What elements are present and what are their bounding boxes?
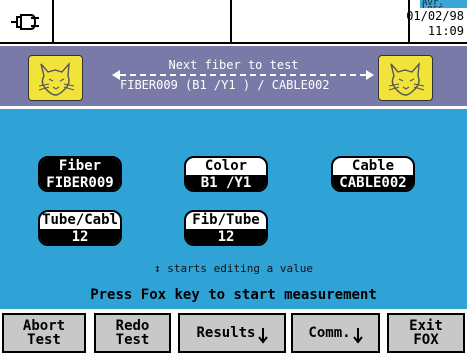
submenu-arrow-icon [352, 328, 363, 344]
avr-loss-tab: Avr. Loss [420, 0, 467, 8]
fib-tube-value: 12 [186, 229, 266, 244]
tube-cable-value: 12 [40, 229, 120, 244]
fox-icon [378, 55, 433, 101]
cable-field[interactable]: Cable CABLE002 [331, 156, 415, 192]
abort-test-button[interactable]: Abort Test [2, 313, 86, 353]
date-text: 01/02/98 [406, 9, 464, 23]
fib-tube-label: Fib/Tube [192, 212, 260, 228]
color-field[interactable]: Color B1 /Y1 [184, 156, 268, 192]
next-fiber-banner: Next fiber to test FIBER009 (B1 /Y1 ) / … [0, 46, 467, 106]
results-label: Results [196, 325, 256, 341]
comm-label: Comm. [308, 325, 351, 341]
fiber-field[interactable]: Fiber FIBER009 [38, 156, 122, 192]
exit-fox-button[interactable]: Exit FOX [387, 313, 465, 353]
cable-value: CABLE002 [333, 175, 413, 190]
exit-fox-line1: Exit [409, 318, 443, 334]
color-label: Color [204, 158, 248, 174]
fiber-value: FIBER009 [40, 175, 120, 190]
submenu-arrow-icon [257, 328, 268, 344]
fib-tube-field[interactable]: Fib/Tube 12 [184, 210, 268, 246]
soft-key-bar: Abort Test Redo Test Results Comm. Exit … [0, 309, 467, 353]
color-value: B1 /Y1 [186, 175, 266, 190]
abort-test-line2: Test [27, 332, 61, 348]
power-cell [0, 0, 54, 44]
fiber-label: Fiber [40, 158, 120, 175]
status-bar: 01/02/98 11:09 Avr. Loss [0, 0, 467, 44]
edit-hint: ↕ starts editing a value [154, 262, 313, 275]
press-instruction: Press Fox key to start measurement [90, 287, 377, 303]
main-panel: Fiber FIBER009 Color B1 /Y1 Cable CABLE0… [0, 109, 467, 309]
exit-fox-line2: FOX [413, 332, 439, 348]
next-fiber-value: FIBER009 (B1 /Y1 ) / CABLE002 [120, 78, 330, 92]
tube-cable-field[interactable]: Tube/Cabl 12 [38, 210, 122, 246]
abort-test-line1: Abort [22, 318, 66, 334]
redo-test-line1: Redo [115, 318, 150, 334]
results-button[interactable]: Results [178, 313, 286, 353]
redo-test-button[interactable]: Redo Test [94, 313, 171, 353]
cable-label: Cable [351, 158, 395, 174]
comm-button[interactable]: Comm. [291, 313, 380, 353]
redo-test-line2: Test [115, 332, 150, 348]
status-slot-2 [232, 0, 410, 44]
time-text: 11:09 [427, 24, 464, 38]
tube-cable-label: Tube/Cabl [42, 212, 118, 228]
plug-icon [11, 14, 39, 30]
status-slot-1 [54, 0, 232, 44]
